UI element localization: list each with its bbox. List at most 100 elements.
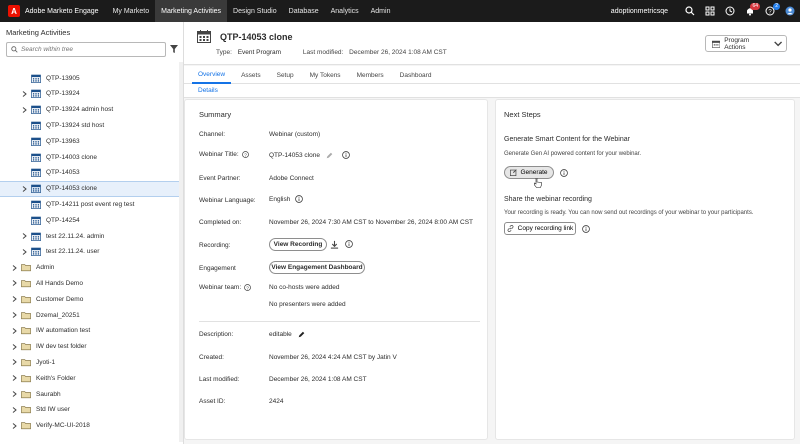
tree-program-item[interactable]: QTP-13963 bbox=[0, 133, 183, 149]
tree-folder-item[interactable]: IW automation test bbox=[0, 323, 183, 339]
tree-folder-item[interactable]: Customer Demo bbox=[0, 291, 183, 307]
chevron-right-icon[interactable] bbox=[12, 264, 17, 271]
grid-icon[interactable] bbox=[700, 0, 720, 22]
nav-design-studio[interactable]: Design Studio bbox=[227, 0, 283, 22]
help-icon[interactable]: ? bbox=[244, 284, 252, 291]
tree-expander[interactable] bbox=[10, 264, 18, 272]
view-engagement-dashboard-button[interactable]: View Engagement Dashboard bbox=[269, 261, 365, 274]
tree-folder-item[interactable]: IW dev test folder bbox=[0, 339, 183, 355]
chevron-right-icon[interactable] bbox=[22, 185, 27, 192]
info-icon[interactable] bbox=[582, 225, 590, 233]
chevron-right-icon[interactable] bbox=[12, 359, 17, 366]
nav-my-marketo[interactable]: My Marketo bbox=[107, 0, 156, 22]
tab-dashboard[interactable]: Dashboard bbox=[394, 66, 438, 84]
info-icon[interactable] bbox=[345, 240, 353, 248]
tree-program-item[interactable]: QTP-14254 bbox=[0, 212, 183, 228]
tree-expander[interactable] bbox=[20, 185, 28, 193]
tree-folder-item[interactable]: Keith's Folder bbox=[0, 370, 183, 386]
info-icon[interactable] bbox=[295, 195, 304, 203]
tree-program-item[interactable]: QTP-13924 std host bbox=[0, 117, 183, 133]
tree-folder-item[interactable]: Dzemal_20251 bbox=[0, 307, 183, 323]
help-icon[interactable]: ? bbox=[241, 151, 249, 158]
chevron-right-icon[interactable] bbox=[12, 312, 17, 318]
tree-expander[interactable] bbox=[20, 90, 28, 98]
tree-expander[interactable] bbox=[10, 422, 18, 430]
chevron-right-icon[interactable] bbox=[12, 327, 17, 334]
chevron-right-icon[interactable] bbox=[12, 296, 17, 303]
history-icon[interactable] bbox=[720, 0, 740, 22]
tree-expander[interactable] bbox=[10, 406, 18, 414]
tree-program-item[interactable]: QTP-13924 bbox=[0, 86, 183, 102]
tree-program-item[interactable]: QTP-13924 admin host bbox=[0, 102, 183, 118]
tree-search-box[interactable] bbox=[6, 42, 166, 57]
tree-expander[interactable] bbox=[20, 248, 28, 256]
bell-icon[interactable]: 64 bbox=[740, 0, 760, 22]
tree-expander[interactable] bbox=[10, 390, 18, 398]
chevron-right-icon[interactable] bbox=[12, 391, 17, 397]
subtab-details[interactable]: Details bbox=[198, 87, 218, 94]
tree-item-label: test 22.11.24. admin bbox=[46, 232, 105, 240]
tree-expander[interactable] bbox=[10, 279, 18, 287]
sidebar-scrollbar[interactable] bbox=[179, 62, 183, 442]
avatar-icon[interactable] bbox=[780, 0, 800, 22]
tree-expander[interactable] bbox=[10, 295, 18, 303]
tree-folder-item[interactable]: Jyoti-1 bbox=[0, 354, 183, 370]
tree-expander[interactable] bbox=[20, 232, 28, 240]
user-name[interactable]: adoptionmetricsqe bbox=[611, 8, 668, 15]
nav-marketing-activities[interactable]: Marketing Activities bbox=[155, 0, 228, 22]
chevron-right-icon[interactable] bbox=[12, 343, 17, 350]
tab-overview[interactable]: Overview bbox=[192, 66, 232, 84]
chevron-right-icon[interactable] bbox=[22, 248, 27, 255]
tree-expander[interactable] bbox=[10, 358, 18, 366]
tree-expander[interactable] bbox=[10, 327, 18, 335]
pencil-icon[interactable] bbox=[298, 331, 305, 338]
tree-program-item[interactable]: test 22.11.24. admin bbox=[0, 228, 183, 244]
chevron-right-icon[interactable] bbox=[12, 406, 17, 413]
tab-my-tokens[interactable]: My Tokens bbox=[304, 66, 347, 84]
next-steps-card: Next Steps Generate Smart Content for th… bbox=[495, 99, 795, 440]
tab-setup[interactable]: Setup bbox=[271, 66, 300, 84]
generate-label: Generate bbox=[520, 169, 548, 176]
filter-icon[interactable] bbox=[170, 45, 178, 53]
tree-search-input[interactable] bbox=[21, 46, 161, 53]
tree-folder-item[interactable]: Admin bbox=[0, 260, 183, 276]
info-icon[interactable] bbox=[342, 151, 350, 159]
pencil-icon[interactable] bbox=[326, 152, 333, 159]
view-recording-button[interactable]: View Recording bbox=[269, 238, 327, 251]
tree-expander[interactable] bbox=[10, 311, 18, 319]
tab-assets[interactable]: Assets bbox=[235, 66, 267, 84]
app-name[interactable]: Adobe Marketo Engage bbox=[25, 8, 99, 15]
tree-program-item[interactable]: QTP-13905 bbox=[0, 70, 183, 86]
nav-database[interactable]: Database bbox=[283, 0, 325, 22]
generate-button[interactable]: Generate bbox=[504, 166, 554, 179]
chevron-right-icon[interactable] bbox=[22, 106, 27, 113]
chevron-right-icon[interactable] bbox=[12, 375, 17, 382]
tab-members[interactable]: Members bbox=[351, 66, 390, 84]
nav-admin[interactable]: Admin bbox=[365, 0, 397, 22]
adobe-logo-icon[interactable]: A bbox=[8, 5, 20, 17]
tree-item-label: Dzemal_20251 bbox=[36, 311, 80, 319]
copy-recording-link-button[interactable]: Copy recording link bbox=[504, 222, 576, 235]
nav-analytics[interactable]: Analytics bbox=[325, 0, 365, 22]
tree-expander[interactable] bbox=[20, 106, 28, 114]
search-icon[interactable] bbox=[680, 0, 700, 22]
tree-program-item[interactable]: QTP-14211 post event reg test bbox=[0, 196, 183, 212]
program-actions-button[interactable]: Program Actions bbox=[705, 35, 787, 52]
tree-program-item[interactable]: QTP-14053 clone bbox=[0, 180, 183, 197]
tree-program-item[interactable]: QTP-14053 bbox=[0, 165, 183, 181]
download-icon[interactable] bbox=[330, 240, 339, 249]
tree-expander[interactable] bbox=[10, 374, 18, 382]
tree-folder-item[interactable]: Verify-MC-UI-2018 bbox=[0, 418, 183, 434]
chevron-right-icon[interactable] bbox=[22, 233, 27, 239]
info-icon[interactable] bbox=[560, 169, 568, 177]
tree-folder-item[interactable]: Saurabh bbox=[0, 386, 183, 402]
chevron-right-icon[interactable] bbox=[22, 90, 27, 97]
tree-folder-item[interactable]: All Hands Demo bbox=[0, 275, 183, 291]
chevron-right-icon[interactable] bbox=[12, 280, 17, 287]
chevron-right-icon[interactable] bbox=[12, 422, 17, 429]
tree-folder-item[interactable]: Std IW user bbox=[0, 402, 183, 418]
tree-program-item[interactable]: QTP-14003 clone bbox=[0, 149, 183, 165]
tree-expander[interactable] bbox=[10, 343, 18, 351]
help-icon[interactable]: ? 2 bbox=[760, 0, 780, 22]
tree-program-item[interactable]: test 22.11.24. user bbox=[0, 244, 183, 260]
